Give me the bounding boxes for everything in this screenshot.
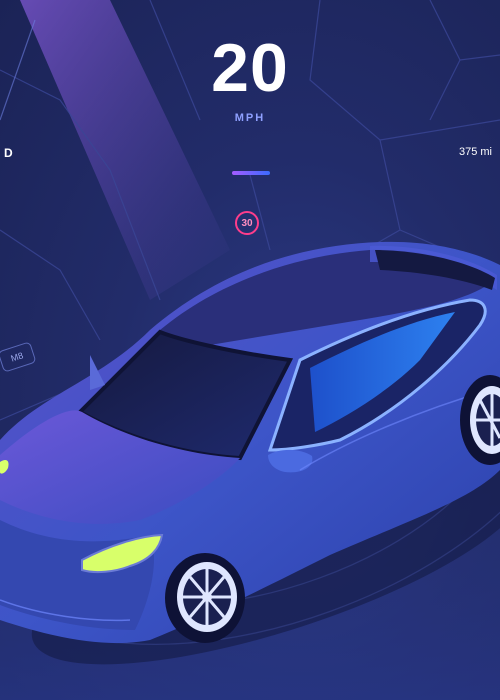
range-readout: 375 mi: [458, 146, 492, 158]
speed-readout: 20: [211, 30, 289, 106]
front-wheel: [165, 553, 245, 643]
speed-indicator-bar: [232, 171, 270, 175]
speed-unit-label: MPH: [234, 112, 266, 124]
speed-limit-sign: 30: [235, 211, 259, 235]
gear-indicator: D: [4, 146, 13, 160]
driving-display: 20 MPH D 375 mi 30 M8: [0, 0, 500, 700]
